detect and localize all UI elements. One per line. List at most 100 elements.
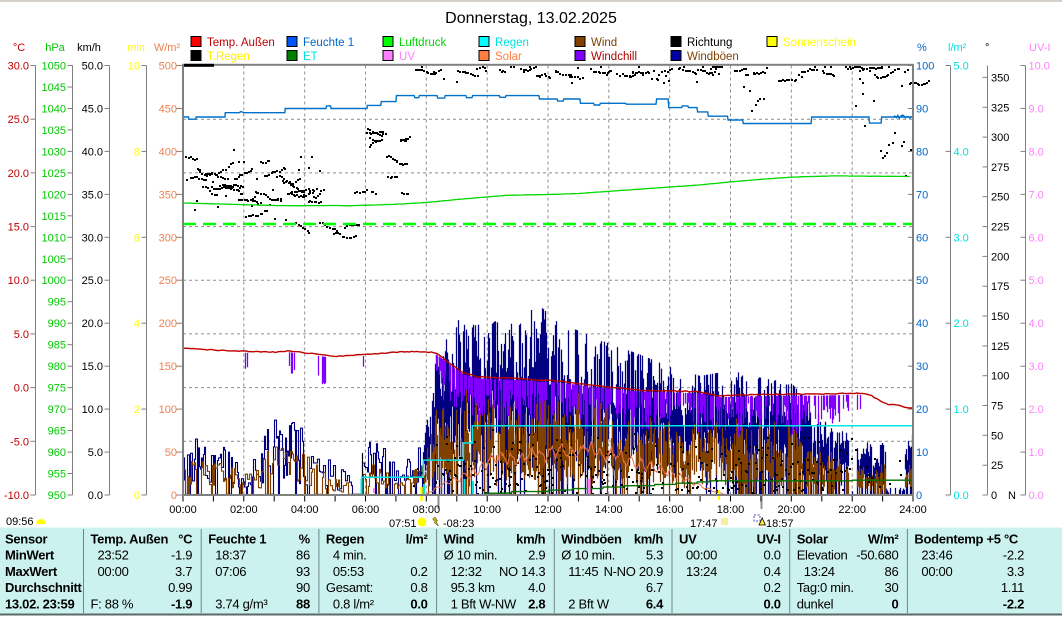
svg-text:995: 995 (48, 297, 66, 309)
svg-text:Durchschnitt: Durchschnitt (5, 580, 83, 595)
svg-text:Feuchte 1: Feuchte 1 (303, 37, 354, 49)
svg-text:0.0: 0.0 (764, 548, 781, 563)
svg-text:40.0: 40.0 (82, 146, 103, 158)
svg-text:80: 80 (916, 146, 928, 158)
svg-text:30: 30 (885, 580, 899, 595)
svg-text:min: min (127, 42, 145, 54)
svg-text:0.99: 0.99 (168, 580, 192, 595)
svg-text:Sonnenschein: Sonnenschein (783, 37, 856, 49)
svg-text:17:47: 17:47 (690, 518, 718, 530)
svg-text:2: 2 (134, 404, 140, 416)
svg-text:Temp. Außen: Temp. Außen (207, 37, 275, 49)
svg-text:Regen: Regen (495, 37, 529, 49)
svg-text:Feuchte 1: Feuchte 1 (208, 532, 266, 547)
svg-text:Luftdruck: Luftdruck (399, 37, 447, 49)
svg-text:l/m²: l/m² (948, 42, 967, 54)
svg-text:1015: 1015 (42, 211, 66, 223)
svg-text:30: 30 (916, 361, 928, 373)
svg-text:0.2: 0.2 (410, 564, 427, 579)
svg-text:Ø 10 min.: Ø 10 min. (444, 548, 498, 563)
svg-text:F: 88 %: F: 88 % (91, 596, 134, 611)
svg-text:45.0: 45.0 (82, 104, 103, 116)
svg-text:°C: °C (178, 532, 193, 547)
svg-text:4.0: 4.0 (528, 580, 545, 595)
svg-text:-1.9: -1.9 (171, 596, 192, 611)
svg-text:75: 75 (991, 401, 1003, 413)
svg-text:24:00: 24:00 (899, 504, 927, 516)
svg-text:00:00: 00:00 (686, 548, 717, 563)
svg-text:1005: 1005 (42, 254, 66, 266)
svg-text:150: 150 (991, 311, 1009, 323)
svg-text:0.0: 0.0 (954, 490, 969, 502)
svg-text:955: 955 (48, 469, 66, 481)
svg-text:0: 0 (916, 490, 922, 502)
svg-text:°: ° (985, 42, 989, 54)
svg-text:N: N (1008, 490, 1016, 502)
svg-text:200: 200 (159, 318, 177, 330)
svg-text:-5.0: -5.0 (10, 436, 29, 448)
svg-text:3.74 g/m³: 3.74 g/m³ (215, 596, 268, 611)
svg-text:6.7: 6.7 (646, 580, 663, 595)
svg-text:W/m²: W/m² (868, 532, 900, 547)
svg-text:Richtung: Richtung (687, 37, 732, 49)
svg-text:70: 70 (916, 189, 928, 201)
svg-text:50: 50 (991, 430, 1003, 442)
svg-text:4: 4 (134, 318, 140, 330)
svg-text:95.3 km: 95.3 km (451, 580, 495, 595)
svg-text:km/h: km/h (634, 532, 664, 547)
svg-text:985: 985 (48, 340, 66, 352)
svg-text:T.Regen: T.Regen (207, 51, 250, 63)
svg-text:4 min.: 4 min. (333, 548, 367, 563)
svg-text:00:00: 00:00 (98, 564, 129, 579)
svg-text:07:06: 07:06 (215, 564, 246, 579)
svg-text:3.7: 3.7 (175, 564, 192, 579)
svg-text:8: 8 (134, 146, 140, 158)
svg-text:125: 125 (991, 341, 1009, 353)
svg-text:960: 960 (48, 447, 66, 459)
svg-text:22:00: 22:00 (838, 504, 866, 516)
svg-text:1030: 1030 (42, 146, 66, 158)
svg-text:25.0: 25.0 (82, 275, 103, 287)
svg-text:13:24: 13:24 (804, 564, 835, 579)
svg-text:13.02. 23:59: 13.02. 23:59 (5, 596, 74, 611)
svg-text:1045: 1045 (42, 82, 66, 94)
svg-text:14:00: 14:00 (595, 504, 623, 516)
svg-text:50.0: 50.0 (82, 61, 103, 73)
svg-text:88: 88 (296, 596, 310, 611)
svg-text:16:00: 16:00 (656, 504, 684, 516)
svg-text:400: 400 (159, 146, 177, 158)
svg-text:Donnerstag, 13.02.2025: Donnerstag, 13.02.2025 (445, 10, 617, 27)
svg-text:5.0: 5.0 (88, 447, 103, 459)
svg-text:Solar: Solar (797, 532, 828, 547)
svg-text:04:00: 04:00 (291, 504, 319, 516)
svg-text:6.0: 6.0 (1029, 232, 1044, 244)
svg-text:07:51: 07:51 (389, 518, 417, 530)
svg-text:5.0: 5.0 (954, 61, 969, 73)
svg-text:l/m²: l/m² (406, 532, 429, 547)
svg-text:300: 300 (991, 132, 1009, 144)
svg-text:20.0: 20.0 (82, 318, 103, 330)
svg-text:250: 250 (159, 275, 177, 287)
svg-text:Elevation: Elevation (797, 548, 848, 563)
svg-text:35.0: 35.0 (82, 189, 103, 201)
svg-text:18:57: 18:57 (766, 518, 794, 530)
svg-text:2 Bft W: 2 Bft W (568, 596, 610, 611)
svg-text:ET: ET (303, 51, 318, 63)
svg-text:0: 0 (991, 490, 997, 502)
svg-text:350: 350 (159, 189, 177, 201)
svg-text:2.0: 2.0 (954, 318, 969, 330)
svg-text:hPa: hPa (45, 42, 65, 54)
svg-text:8.0: 8.0 (1029, 146, 1044, 158)
svg-text:00:00: 00:00 (921, 564, 952, 579)
svg-text:23:52: 23:52 (98, 548, 129, 563)
svg-text:7.0: 7.0 (1029, 189, 1044, 201)
svg-text:-50.680: -50.680 (856, 548, 898, 563)
svg-text:Windböen: Windböen (687, 51, 739, 63)
svg-text:20:00: 20:00 (778, 504, 806, 516)
svg-text:2.0: 2.0 (1029, 404, 1044, 416)
svg-text:Bodentemp +5 °C: Bodentemp +5 °C (914, 532, 1019, 547)
svg-text:20.0: 20.0 (8, 168, 29, 180)
svg-text:1050: 1050 (42, 61, 66, 73)
svg-text:4.0: 4.0 (954, 146, 969, 158)
svg-text:09:56: 09:56 (6, 516, 34, 528)
